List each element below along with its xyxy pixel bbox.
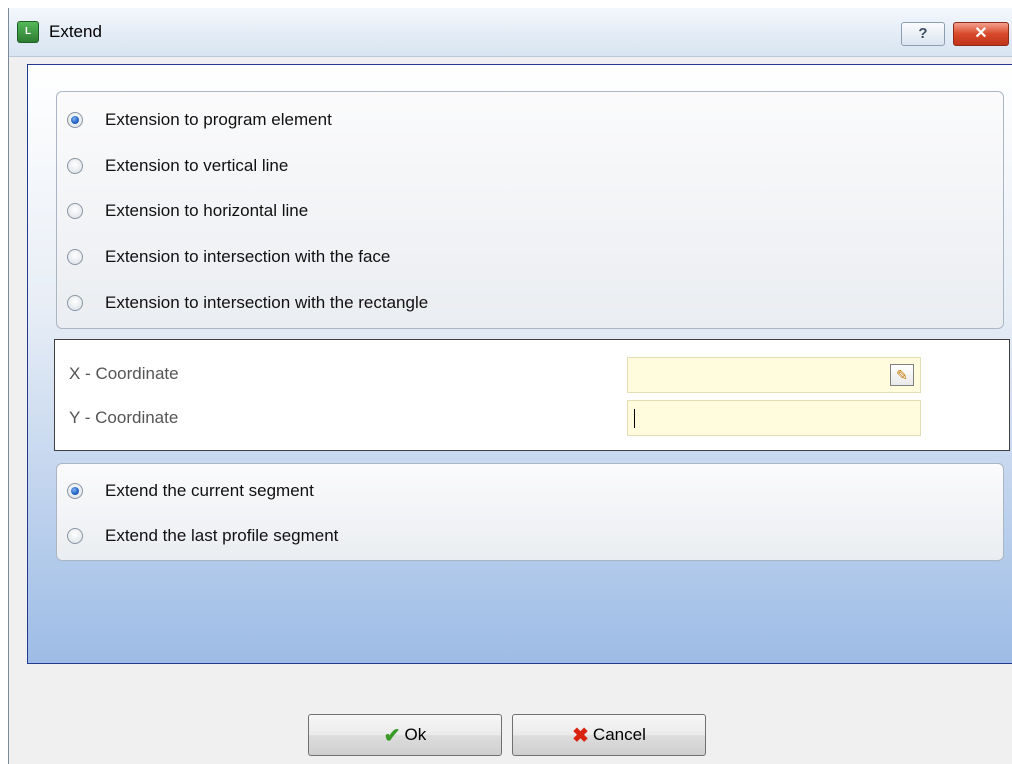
window-title: Extend <box>49 22 102 41</box>
check-icon: ✔ <box>383 724 401 747</box>
radio-extension-intersection-face[interactable]: Extension to intersection with the face <box>57 242 390 272</box>
title-bar: L Extend ? ✕ <box>9 8 1012 57</box>
radio-label: Extension to horizontal line <box>105 201 309 220</box>
radio-button[interactable] <box>67 158 83 174</box>
radio-button[interactable] <box>67 295 83 311</box>
x-coordinate-field[interactable]: ✎ <box>627 357 921 393</box>
radio-extend-current-segment[interactable]: Extend the current segment <box>57 476 314 506</box>
y-coordinate-label: Y - Coordinate <box>69 408 179 427</box>
radio-extension-intersection-rectangle[interactable]: Extension to intersection with the recta… <box>57 288 428 318</box>
radio-button[interactable] <box>67 203 83 219</box>
radio-extension-horizontal-line[interactable]: Extension to horizontal line <box>57 196 308 226</box>
text-caret <box>634 409 635 428</box>
cancel-button[interactable]: ✖ Cancel <box>512 714 706 756</box>
x-coordinate-label: X - Coordinate <box>69 364 179 383</box>
y-coordinate-field[interactable] <box>627 400 921 436</box>
close-button[interactable]: ✕ <box>953 22 1009 46</box>
x-icon: ✖ <box>572 724 589 747</box>
dialog-content: Extension to program element Extension t… <box>27 64 1012 664</box>
radio-button[interactable] <box>67 249 83 265</box>
radio-label: Extension to program element <box>105 110 332 129</box>
radio-button[interactable] <box>67 483 83 499</box>
help-button[interactable]: ? <box>901 22 945 46</box>
ok-label: Ok <box>404 725 427 744</box>
cancel-label: Cancel <box>592 725 646 744</box>
coordinates-panel: X - Coordinate ✎ Y - Coordinate <box>54 339 1010 451</box>
radio-extension-program-element[interactable]: Extension to program element <box>57 105 332 135</box>
radio-button[interactable] <box>67 112 83 128</box>
dialog-window: L Extend ? ✕ Extension to program elemen… <box>8 8 1012 764</box>
edit-icon[interactable]: ✎ <box>890 364 914 386</box>
radio-label: Extension to intersection with the recta… <box>105 293 429 312</box>
ok-button[interactable]: ✔ Ok <box>308 714 502 756</box>
app-icon: L <box>17 21 39 43</box>
radio-label: Extend the current segment <box>105 481 314 500</box>
radio-extension-vertical-line[interactable]: Extension to vertical line <box>57 151 288 181</box>
extend-options-panel: Extend the current segment Extend the la… <box>56 463 1004 561</box>
radio-extend-last-profile-segment[interactable]: Extend the last profile segment <box>57 521 338 551</box>
radio-label: Extension to intersection with the face <box>105 247 391 266</box>
radio-label: Extension to vertical line <box>105 156 289 175</box>
radio-label: Extend the last profile segment <box>105 526 339 545</box>
radio-button[interactable] <box>67 528 83 544</box>
extension-options-panel: Extension to program element Extension t… <box>56 91 1004 329</box>
